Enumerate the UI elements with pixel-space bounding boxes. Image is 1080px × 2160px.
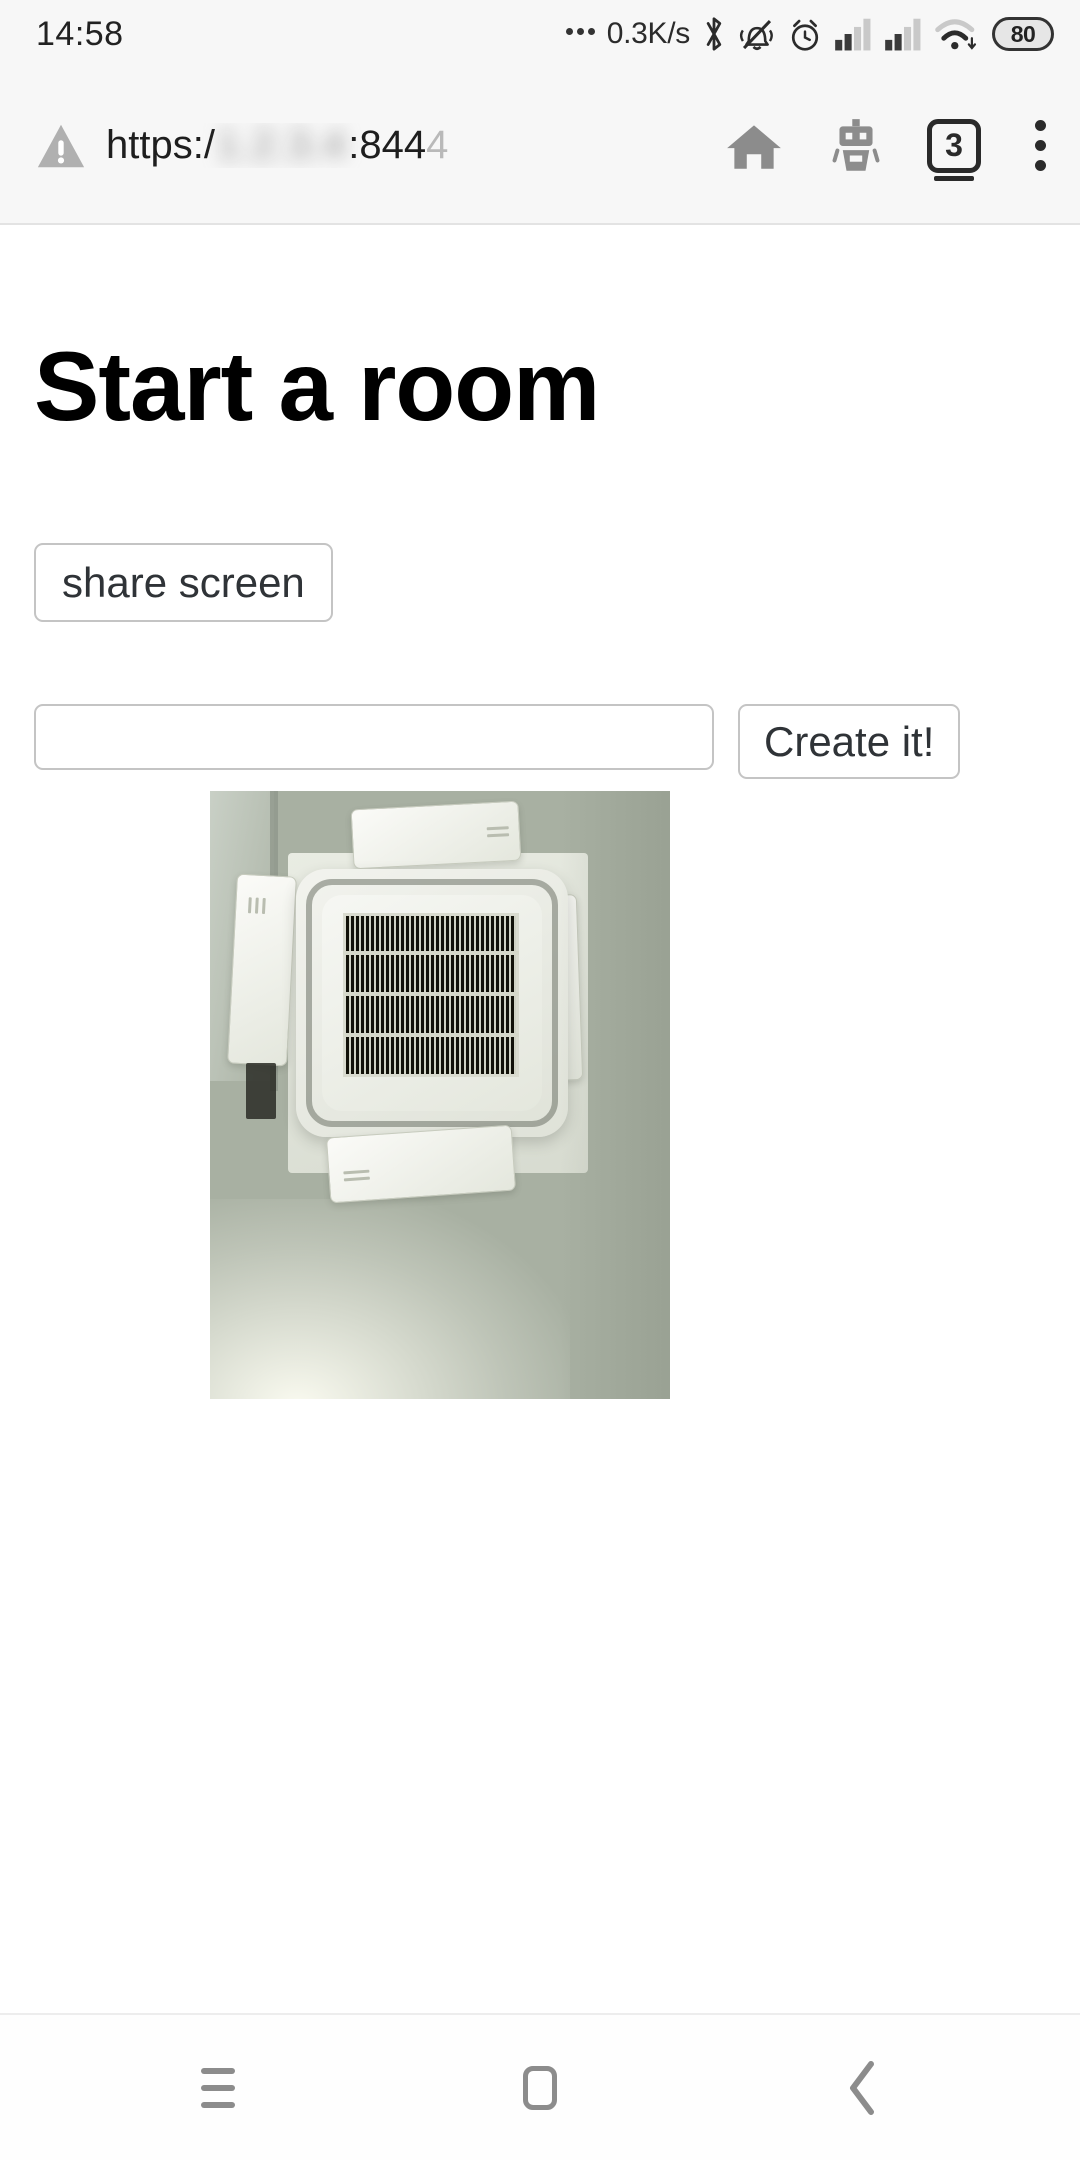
alarm-clock-icon (791, 19, 819, 51)
chevron-left-icon (850, 2060, 874, 2115)
robot-icon[interactable] (827, 115, 885, 177)
home-button[interactable] (492, 2040, 588, 2136)
android-navigation-bar (0, 2013, 1080, 2160)
url-port: :844 (348, 123, 427, 167)
photo-shadow (560, 791, 670, 1400)
recents-icon (201, 2067, 235, 2108)
status-bar-icons: 0.3K/s 80 (565, 14, 1054, 54)
browser-toolbar: https:/1.2.3.4:844 4 3 (0, 68, 1080, 225)
share-screen-row: share screen (34, 543, 1080, 623)
warning-triangle-icon[interactable] (34, 119, 88, 173)
status-bar: 14:58 0.3K/s 80 (0, 0, 1080, 68)
tab-counter-button[interactable]: 3 (927, 118, 981, 181)
photo-louver-top (350, 800, 522, 870)
photo-grille-bar (343, 951, 519, 956)
wifi-icon (935, 19, 977, 50)
photo-louver-left (227, 873, 297, 1067)
photo-light-glow (210, 1199, 570, 1400)
photo-canvas (210, 791, 670, 1400)
url-scheme: https:/ (106, 123, 215, 167)
signal-bars-icon (835, 18, 871, 51)
home-icon[interactable] (723, 115, 785, 177)
url-bar[interactable]: https:/1.2.3.4:844 4 (106, 123, 709, 168)
ellipsis-icon (565, 28, 595, 40)
room-name-input[interactable] (34, 704, 714, 771)
signal-bars-icon (885, 18, 921, 51)
kebab-menu-icon[interactable] (1023, 116, 1058, 175)
page-content: Start a room share screen Create it! (0, 225, 1080, 2013)
ceiling-ac-photo (210, 791, 670, 1400)
battery-level-label: 80 (1010, 20, 1036, 47)
url-host-redacted: 1.2.3.4 (216, 123, 347, 167)
create-room-button[interactable]: Create it! (738, 704, 961, 780)
photo-louver-bottom (325, 1124, 517, 1204)
home-square-icon (523, 2065, 557, 2110)
bluetooth-icon (706, 17, 722, 51)
photo-grille-bar (343, 1033, 519, 1038)
share-screen-button[interactable]: share screen (34, 543, 333, 623)
battery-icon: 80 (992, 17, 1054, 51)
page-title: Start a room (34, 331, 600, 441)
toolbar-actions: 3 (723, 115, 1058, 181)
back-button[interactable] (814, 2040, 910, 2136)
photo-grille-bar (343, 992, 519, 997)
url-truncated-tail: 4 (426, 123, 449, 167)
status-bar-clock: 14:58 (36, 14, 124, 53)
photo-vent-gap (246, 1063, 276, 1120)
recents-button[interactable] (170, 2040, 266, 2136)
phone-screen: 14:58 0.3K/s 80 https:/ 1.2.3.4:844 4 3… (0, 0, 1080, 2160)
bell-muted-icon (739, 20, 773, 50)
tab-count-label: 3 (945, 127, 963, 163)
network-speed-label: 0.3K/s (606, 17, 691, 50)
create-room-row: Create it! (34, 704, 1080, 780)
